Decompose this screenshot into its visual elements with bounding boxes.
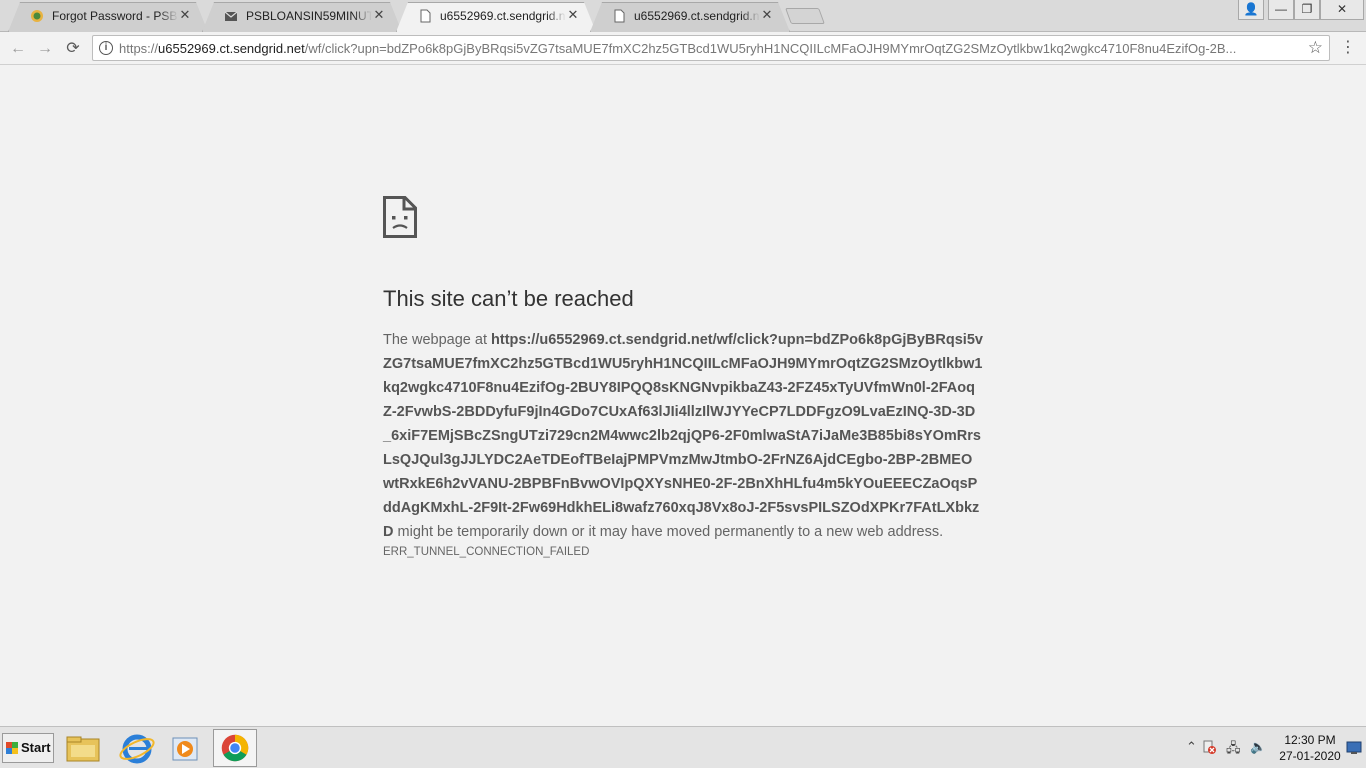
page-icon — [420, 9, 431, 23]
tab-psbloans-mail[interactable]: PSBLOANSIN59MINUTES ✕ — [202, 2, 402, 32]
error-code: ERR_TUNNEL_CONNECTION_FAILED — [383, 546, 590, 558]
url-path: /wf/click?upn=bdZPo6k8pGjByBRqsi5vZG7tsa… — [304, 41, 1237, 56]
tab-strip: Forgot Password - PSB Loans ✕ PSBLOANSIN… — [0, 0, 1366, 32]
action-center-icon[interactable] — [1202, 740, 1216, 754]
show-hidden-icons[interactable]: ⌃ — [1186, 739, 1197, 755]
reload-button[interactable]: ⟳ — [62, 38, 84, 60]
clock-time: 12:30 PM — [1284, 733, 1336, 747]
address-bar[interactable]: i https://u6552969.ct.sendgrid.net/wf/cl… — [92, 35, 1330, 61]
failed-url: https://u6552969.ct.sendgrid.net/wf/clic… — [383, 332, 983, 540]
url-scheme: https:// — [119, 41, 159, 56]
error-description: The webpage at https://u6552969.ct.sendg… — [383, 328, 983, 544]
tab-close-icon[interactable]: ✕ — [566, 8, 580, 22]
start-label: Start — [21, 740, 51, 755]
address-url[interactable]: https://u6552969.ct.sendgrid.net/wf/clic… — [119, 41, 1299, 56]
taskbar: Start ⌃ 🖧 🔈 12:30 PM 27-01-2020 — [0, 726, 1366, 768]
desc-suffix: might be temporarily down or it may have… — [393, 524, 944, 540]
psb-favicon-icon — [31, 10, 43, 22]
sad-page-icon — [383, 196, 417, 238]
site-info-icon[interactable]: i — [99, 41, 113, 55]
restore-button[interactable]: ❐ — [1294, 0, 1320, 20]
error-heading: This site can’t be reached — [383, 286, 634, 311]
new-tab-button[interactable] — [785, 8, 825, 24]
bookmark-star-icon[interactable]: ☆ — [1308, 38, 1323, 58]
browser-menu-icon[interactable]: ⋮ — [1340, 38, 1356, 58]
back-button[interactable]: ← — [7, 38, 29, 60]
clock-date: 27-01-2020 — [1279, 749, 1341, 763]
clock[interactable]: 12:30 PM 27-01-2020 — [1270, 732, 1350, 764]
tab-title: Forgot Password - PSB Loans — [52, 9, 178, 23]
mail-icon — [224, 11, 238, 21]
page-icon — [614, 9, 625, 23]
windows-flag-icon — [6, 742, 18, 754]
tab-close-icon[interactable]: ✕ — [372, 8, 386, 22]
media-player-icon[interactable] — [162, 729, 206, 767]
tab-close-icon[interactable]: ✕ — [760, 8, 774, 22]
error-page: This site can’t be reached The webpage a… — [383, 196, 983, 558]
start-button[interactable]: Start — [2, 733, 54, 763]
url-host: u6552969.ct.sendgrid.net — [158, 41, 305, 56]
chrome-icon[interactable] — [213, 729, 257, 767]
minimize-button[interactable]: — — [1268, 0, 1294, 20]
tab-forgot-password[interactable]: Forgot Password - PSB Loans ✕ — [8, 2, 208, 32]
show-desktop-icon[interactable] — [1346, 740, 1362, 756]
tab-sendgrid-active[interactable]: u6552969.ct.sendgrid.net ✕ — [396, 2, 596, 32]
network-icon[interactable]: 🖧 — [1226, 739, 1241, 761]
tab-title: PSBLOANSIN59MINUTES — [246, 9, 372, 23]
profile-button[interactable]: 👤 — [1238, 0, 1264, 20]
tab-close-icon[interactable]: ✕ — [178, 8, 192, 22]
tab-title: u6552969.ct.sendgrid.net — [634, 9, 760, 23]
file-explorer-icon[interactable] — [60, 729, 104, 767]
internet-explorer-icon[interactable] — [114, 729, 158, 767]
desc-prefix: The webpage at — [383, 332, 492, 348]
volume-icon[interactable]: 🔈 — [1250, 739, 1266, 755]
close-window-button[interactable]: ✕ — [1320, 0, 1364, 20]
browser-toolbar: ← → ⟳ i https://u6552969.ct.sendgrid.net… — [0, 32, 1366, 65]
tab-title: u6552969.ct.sendgrid.net — [440, 9, 566, 23]
tab-sendgrid[interactable]: u6552969.ct.sendgrid.net ✕ — [590, 2, 790, 32]
forward-button[interactable]: → — [34, 38, 56, 60]
